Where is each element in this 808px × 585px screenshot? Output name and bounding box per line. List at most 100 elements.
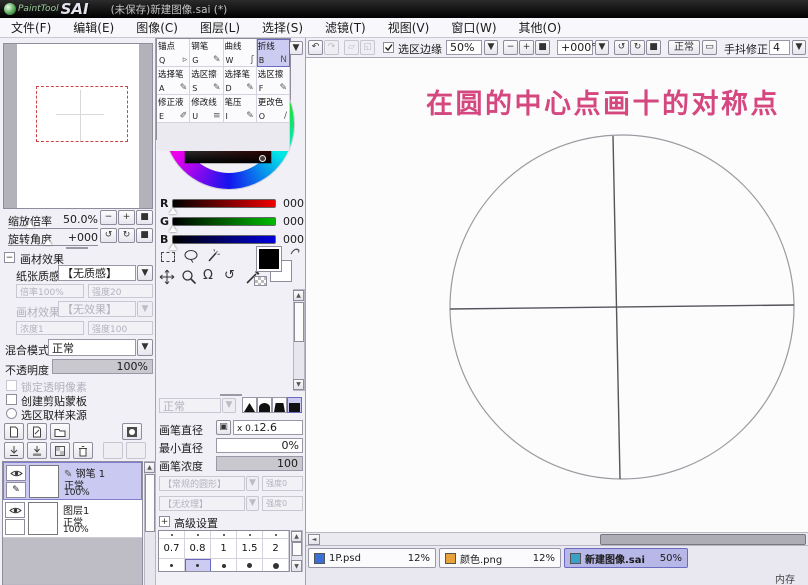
- transfer-down-button[interactable]: [4, 442, 24, 459]
- rotate-canvas-tool-icon[interactable]: Ω: [203, 268, 213, 283]
- g-slider[interactable]: [172, 217, 276, 226]
- layer-list-vscrollbar[interactable]: ▲ ▼: [144, 461, 156, 585]
- doc-tab-1p-psd[interactable]: 1P.psd 12%: [308, 548, 436, 568]
- layer-thumbnail[interactable]: [29, 465, 59, 498]
- nav-zoom-slider-thumb[interactable]: [26, 222, 34, 228]
- preset-1[interactable]: 1: [211, 539, 237, 558]
- tool-correction-fluid[interactable]: 修正液E✐: [157, 95, 190, 123]
- blend-mode-select[interactable]: 正常: [48, 339, 136, 356]
- nav-rotate-cw-button[interactable]: ↻: [118, 228, 135, 243]
- menu-layer[interactable]: 图层(L): [189, 18, 251, 37]
- lasso-tool-icon[interactable]: [183, 249, 199, 263]
- preset-partial[interactable]: [159, 559, 185, 572]
- clipping-mask-checkbox[interactable]: [6, 394, 17, 405]
- tool-anchor[interactable]: 锚点Q▹: [157, 39, 190, 67]
- rotation-reset-button[interactable]: ■: [646, 40, 661, 55]
- menu-view[interactable]: 视图(V): [377, 18, 441, 37]
- new-layer-button[interactable]: [4, 423, 24, 440]
- tool-grid-scrollbar[interactable]: ▲ ▼: [293, 289, 305, 391]
- nav-rotation-reset-button[interactable]: ■: [136, 228, 153, 243]
- scroll-down-icon[interactable]: ▼: [293, 379, 304, 390]
- doc-tab-color-png[interactable]: 颜色.png 12%: [439, 548, 561, 568]
- opacity-slider[interactable]: 100%: [52, 359, 153, 374]
- hand-tool-icon[interactable]: ↺: [224, 268, 235, 283]
- zoom-level-field[interactable]: 50%: [446, 40, 482, 55]
- tool-edit-line[interactable]: 修改线U≡: [190, 95, 223, 123]
- nav-zoom-in-button[interactable]: +: [118, 210, 135, 225]
- preset-partial[interactable]: [237, 531, 263, 538]
- layer-visibility-toggle[interactable]: [5, 502, 25, 518]
- move-tool-icon[interactable]: [159, 269, 175, 285]
- preset-0.8[interactable]: 0.8: [185, 539, 211, 558]
- brush-density-slider[interactable]: 100: [216, 456, 303, 471]
- marquee-select-tool-icon[interactable]: [161, 252, 175, 262]
- menu-select[interactable]: 选择(S): [251, 18, 314, 37]
- merge-down-button[interactable]: [27, 442, 47, 459]
- layer-mask-button[interactable]: [122, 423, 142, 440]
- preset-partial[interactable]: [263, 559, 289, 572]
- panel-splitter-handle[interactable]: [66, 247, 88, 249]
- menu-image[interactable]: 图像(C): [125, 18, 189, 37]
- scroll-thumb[interactable]: [294, 302, 304, 342]
- delete-layer-button[interactable]: [73, 442, 93, 459]
- nav-zoom-reset-button[interactable]: ■: [136, 210, 153, 225]
- menu-file[interactable]: 文件(F): [0, 18, 62, 37]
- drawing-canvas[interactable]: 在圆的中心点画十的对称点: [306, 58, 808, 532]
- tool-polyline[interactable]: 折线BN: [257, 39, 290, 67]
- swap-colors-icon[interactable]: [290, 246, 301, 256]
- tool-pressure[interactable]: 笔压I✎: [224, 95, 257, 123]
- brush-diameter-field[interactable]: x 0.12.6: [233, 420, 303, 435]
- layer-item-layer1[interactable]: 图层1 正常 100%: [3, 500, 142, 538]
- brush-edge-round[interactable]: [257, 397, 272, 413]
- canvas-hscroll-thumb[interactable]: [600, 534, 806, 545]
- zoom-dropdown-icon[interactable]: ▼: [484, 40, 498, 55]
- layer-paint-mode-toggle[interactable]: [5, 519, 25, 535]
- foreground-color-swatch[interactable]: [256, 246, 282, 272]
- preset-selected[interactable]: [185, 559, 211, 572]
- scroll-left-icon[interactable]: ◄: [308, 534, 320, 545]
- tool-pen[interactable]: 钢笔G✎: [190, 39, 223, 67]
- color-panel-menu-button[interactable]: ▼: [289, 41, 303, 55]
- preset-partial[interactable]: [211, 531, 237, 538]
- menu-window[interactable]: 窗口(W): [440, 18, 507, 37]
- zoom-tool-icon[interactable]: [181, 269, 197, 285]
- b-slider-thumb[interactable]: [169, 244, 177, 250]
- panel-splitter-handle[interactable]: [220, 394, 242, 396]
- brush-diameter-unit-button[interactable]: ▣: [216, 420, 231, 435]
- brush-edge-hard[interactable]: [242, 397, 257, 413]
- presets-scrollbar[interactable]: ▲ ▼: [291, 530, 303, 572]
- stabilizer-dropdown-icon[interactable]: ▼: [792, 40, 806, 55]
- menu-others[interactable]: 其他(O): [508, 18, 573, 37]
- flip-view-button[interactable]: ▭: [702, 40, 717, 55]
- navigator-viewport-frame[interactable]: [36, 86, 128, 142]
- tool-select-pen-2[interactable]: 选择笔D✎: [224, 67, 257, 95]
- preset-partial[interactable]: [185, 531, 211, 538]
- nav-rotation-slider[interactable]: [8, 245, 98, 246]
- scroll-thumb[interactable]: [292, 542, 302, 556]
- paper-texture-dropdown-icon[interactable]: ▼: [137, 265, 153, 281]
- new-folder-button[interactable]: [50, 423, 70, 440]
- zoom-in-button[interactable]: +: [519, 40, 534, 55]
- tool-select-eraser-2[interactable]: 选区擦F✎: [257, 67, 290, 95]
- preset-0.7[interactable]: 0.7: [159, 539, 185, 558]
- preset-2[interactable]: 2: [263, 539, 289, 558]
- rotate-cw-button[interactable]: ↻: [630, 40, 645, 55]
- zoom-reset-button[interactable]: ■: [535, 40, 550, 55]
- r-slider[interactable]: [172, 199, 276, 208]
- new-pen-layer-button[interactable]: [27, 423, 47, 440]
- selection-edge-checkbox[interactable]: [383, 42, 394, 53]
- layer-paint-mode-toggle[interactable]: ✎: [6, 482, 26, 498]
- layer-thumbnail[interactable]: [28, 502, 58, 535]
- preset-1.5[interactable]: 1.5: [237, 539, 263, 558]
- scroll-down-icon[interactable]: ▼: [291, 560, 302, 572]
- zoom-out-button[interactable]: −: [503, 40, 518, 55]
- scroll-up-icon[interactable]: ▲: [291, 531, 302, 542]
- navigator-preview[interactable]: [3, 43, 153, 209]
- g-slider-thumb[interactable]: [169, 226, 177, 232]
- angle-dropdown-icon[interactable]: ▼: [595, 40, 609, 55]
- r-slider-thumb[interactable]: [169, 208, 177, 214]
- scroll-up-icon[interactable]: ▲: [144, 462, 155, 473]
- b-slider[interactable]: [172, 235, 276, 244]
- blend-mode-dropdown-icon[interactable]: ▼: [137, 339, 153, 356]
- layer-visibility-toggle[interactable]: [6, 465, 26, 481]
